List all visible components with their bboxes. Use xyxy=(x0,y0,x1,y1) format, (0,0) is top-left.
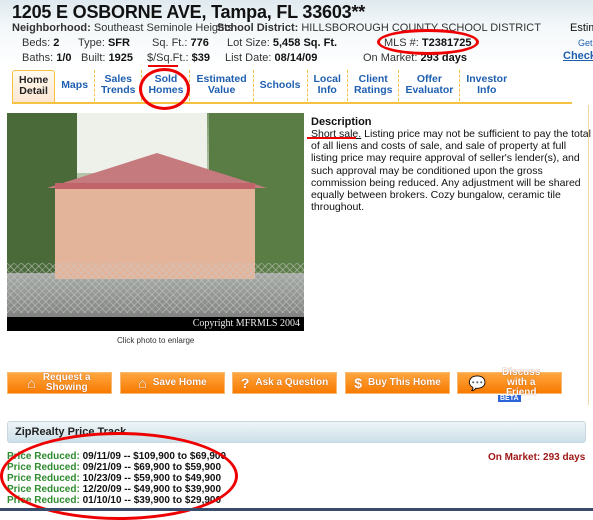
beta-badge: BETA xyxy=(498,395,521,402)
house-arrow-icon: ⌂ xyxy=(27,375,36,391)
tab-estimated-value[interactable]: Estimated Value xyxy=(190,70,254,101)
list-item: Price Reduced: 09/21/09 -- $69,900 to $5… xyxy=(7,462,222,473)
property-address: 1205 E OSBORNE AVE, Tampa, FL 33603** xyxy=(12,2,366,22)
tab-sold-homes[interactable]: Sold Homes xyxy=(142,70,191,101)
mls-label: MLS #: xyxy=(384,37,419,49)
listing-header: 1205 E OSBORNE AVE, Tampa, FL 33603** Ne… xyxy=(0,0,593,68)
dollar-icon: $ xyxy=(354,375,362,391)
beds-value: 2 xyxy=(53,37,60,49)
request-showing-label: Request a Showing xyxy=(42,372,91,393)
get-estimate-link[interactable]: Get xyxy=(578,38,593,48)
sqft-label: Sq. Ft.: xyxy=(152,37,188,49)
ask-question-label: Ask a Question xyxy=(255,377,329,388)
beds-field: Beds: 2 xyxy=(22,37,59,49)
tab-sales-trends[interactable]: Sales Trends xyxy=(95,70,143,101)
price-per-sqft-field: $/Sq.Ft.: $39 xyxy=(147,52,210,64)
type-label: Type: xyxy=(78,37,105,49)
photo-copyright: Copyright MFRMLS 2004 xyxy=(7,317,304,331)
right-divider xyxy=(588,105,589,405)
list-date-field: List Date: 08/14/09 xyxy=(225,52,317,64)
tab-schools[interactable]: Schools xyxy=(254,70,308,101)
baths-label: Baths: xyxy=(22,52,54,64)
built-field: Built: 1925 xyxy=(81,52,133,64)
onmarket-label: On Market: xyxy=(363,52,418,64)
price-track-header: ZipRealty Price Track xyxy=(7,421,586,443)
lot-size-field: Lot Size: 5,458 Sq. Ft. xyxy=(227,37,337,49)
buy-this-home-button[interactable]: $ Buy This Home xyxy=(345,372,450,394)
listing-tabs: Home Detail Maps Sales Trends Sold Homes Es… xyxy=(12,70,572,104)
lot-value: 5,458 Sq. Ft. xyxy=(272,37,338,49)
mls-field: MLS #: T2381725 xyxy=(384,37,471,49)
tab-maps[interactable]: Maps xyxy=(55,70,96,101)
tab-home-detail[interactable]: Home Detail xyxy=(12,70,56,102)
check-link[interactable]: Check xyxy=(563,50,593,62)
listdate-label: List Date: xyxy=(225,52,272,64)
on-market-field: On Market: 293 days xyxy=(363,52,467,64)
save-home-button[interactable]: ⌂ Save Home xyxy=(120,372,225,394)
tab-local-info[interactable]: Local Info xyxy=(308,70,348,101)
description-body: Listing price may not be sufficient to p… xyxy=(311,128,591,214)
tab-investor-info[interactable]: Investor Info xyxy=(460,70,513,101)
ppsf-value: $39 xyxy=(191,52,210,64)
discuss-label: Discuss with a Friend xyxy=(502,367,541,398)
neighborhood-row: Neighborhood: Southeast Seminole Heights xyxy=(12,22,233,34)
beds-label: Beds: xyxy=(22,37,51,49)
ask-question-button[interactable]: ? Ask a Question xyxy=(232,372,337,394)
price-track-list: Price Reduced: 09/11/09 -- $109,900 to $… xyxy=(7,451,226,506)
buy-home-label: Buy This Home xyxy=(368,377,441,388)
estimate-label: Estim xyxy=(570,22,593,34)
tab-client-ratings[interactable]: Client Ratings xyxy=(348,70,400,101)
chat-icon: 💬 xyxy=(468,375,487,391)
sqft-field: Sq. Ft.: 776 xyxy=(152,37,209,49)
discuss-with-friend-button[interactable]: 💬 Discuss with a Friend xyxy=(457,368,562,398)
price-track-on-market: On Market: 293 days xyxy=(488,452,586,463)
description-heading: Description xyxy=(311,116,372,128)
tab-offer-evaluator[interactable]: Offer Evaluator xyxy=(399,70,461,101)
question-icon: ? xyxy=(240,375,250,391)
neighborhood-value: Southeast Seminole Heights xyxy=(93,22,233,34)
school-value: HILLSBOROUGH COUNTY SCHOOL DISTRICT xyxy=(301,22,541,34)
lot-label: Lot Size: xyxy=(227,37,270,49)
request-showing-button[interactable]: ⌂ Request a Showing xyxy=(7,372,112,394)
photo-fence xyxy=(7,263,304,313)
list-item: Price Reduced: 09/11/09 -- $109,900 to $… xyxy=(7,451,227,462)
sqft-value: 776 xyxy=(190,37,209,49)
description-text: Short sale. Listing price may not be suf… xyxy=(311,128,591,213)
neighborhood-label: Neighborhood: xyxy=(12,22,91,34)
type-value: SFR xyxy=(107,37,130,49)
ppsf-label: $/Sq.Ft.: xyxy=(147,52,189,64)
built-label: Built: xyxy=(81,52,106,64)
mls-value: T2381725 xyxy=(421,37,472,49)
list-item: Price Reduced: 01/10/10 -- $39,900 to $2… xyxy=(7,495,222,506)
baths-field: Baths: 1/0 xyxy=(22,52,72,64)
built-value: 1925 xyxy=(108,52,134,64)
ppsf-annotation-underline xyxy=(148,65,178,67)
short-sale-annotation-underline xyxy=(307,137,356,139)
list-item: Price Reduced: 12/20/09 -- $49,900 to $3… xyxy=(7,484,222,495)
listdate-value: 08/14/09 xyxy=(274,52,318,64)
list-item: Price Reduced: 10/23/09 -- $59,900 to $4… xyxy=(7,473,222,484)
school-row: School District: HILLSBOROUGH COUNTY SCH… xyxy=(217,22,541,34)
property-photo[interactable]: Copyright MFRMLS 2004 xyxy=(7,113,304,331)
onmarket-value: 293 days xyxy=(420,52,467,64)
type-field: Type: SFR xyxy=(78,37,130,49)
school-label: School District: xyxy=(217,22,299,34)
baths-value: 1/0 xyxy=(56,52,72,64)
photo-caption: Click photo to enlarge xyxy=(117,336,195,345)
house-icon: ⌂ xyxy=(138,375,147,391)
save-home-label: Save Home xyxy=(152,377,207,388)
price-track-title: ZipRealty Price Track xyxy=(15,426,127,438)
